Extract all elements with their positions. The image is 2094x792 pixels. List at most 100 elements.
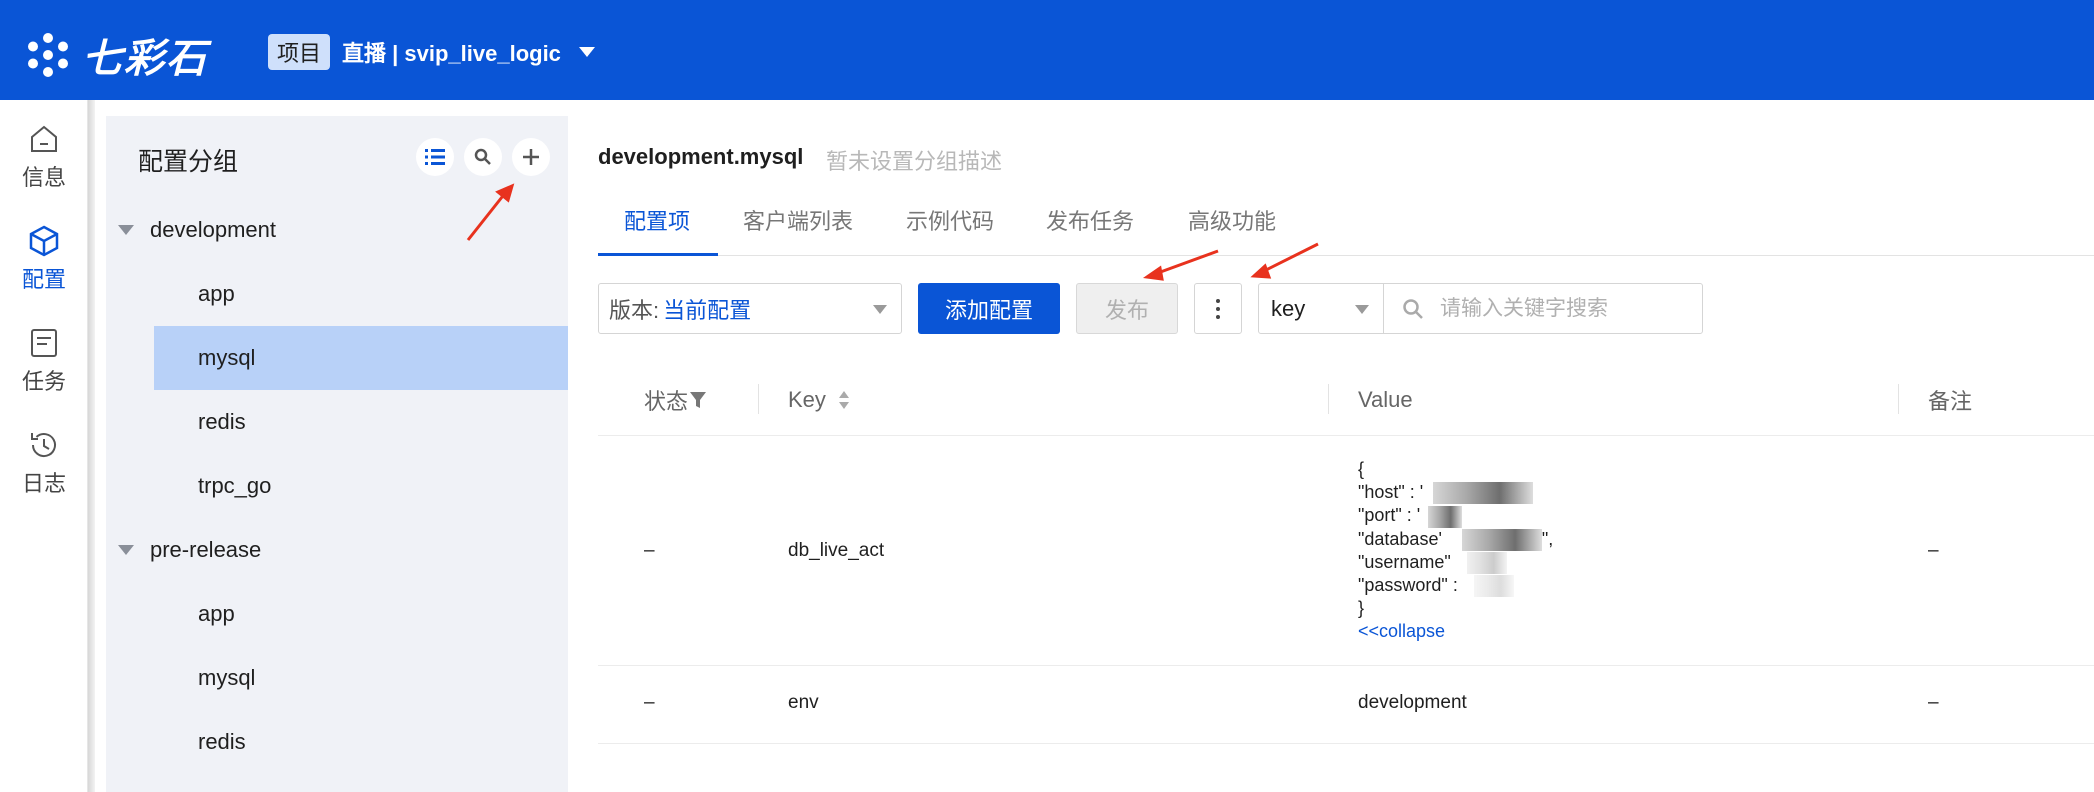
caret-down-icon — [578, 47, 595, 57]
row-note: – — [1928, 540, 1939, 561]
tree-item-mysql[interactable]: mysql — [154, 326, 568, 390]
version-prefix: 版本: — [609, 297, 660, 323]
active-tab-indicator — [598, 253, 718, 256]
tree-item-redis[interactable]: redis — [106, 390, 568, 454]
config-group-panel: 配置分组 development app mysql redis trpc_go… — [106, 116, 568, 792]
list-view-button[interactable] — [416, 138, 454, 176]
caret-down-icon — [873, 305, 887, 314]
table-header: 状态 Key Value 备注 — [598, 364, 2094, 436]
tab-publish-tasks[interactable]: 发布任务 — [1046, 204, 1134, 256]
json-line: "password" : — [1358, 574, 1553, 598]
rail-item-config[interactable]: 配置 — [0, 224, 88, 294]
row-value: development — [1358, 692, 1467, 713]
main-content: development.mysql 暂未设置分组描述 配置项 客户端列表 示例代… — [598, 100, 2094, 792]
search-icon — [1403, 298, 1423, 319]
cube-icon — [29, 225, 59, 257]
tree-item-label: redis — [198, 409, 246, 434]
task-icon — [31, 329, 57, 357]
tree-group-development[interactable]: development — [106, 198, 568, 262]
rail-item-label: 配置 — [21, 267, 66, 292]
column-note: 备注 — [1928, 364, 1972, 436]
plus-icon — [523, 149, 539, 165]
tree-item-app[interactable]: app — [106, 262, 568, 326]
add-group-button[interactable] — [512, 138, 550, 176]
more-dot-icon — [1216, 298, 1220, 303]
sort-icon[interactable] — [838, 390, 850, 410]
list-icon — [425, 149, 445, 165]
add-config-button[interactable]: 添加配置 — [918, 283, 1060, 334]
column-key[interactable]: Key — [788, 364, 850, 436]
json-line: "host" : ' — [1358, 481, 1553, 505]
json-line: "port" : ' — [1358, 504, 1553, 528]
collapse-link[interactable]: <<collapse — [1358, 620, 1553, 643]
publish-button[interactable]: 发布 — [1076, 283, 1178, 334]
project-name: 直播 | svip_live_logic — [342, 41, 561, 66]
table-row[interactable]: – env development – — [598, 666, 2094, 744]
search-field-value: key — [1271, 295, 1306, 321]
filter-icon[interactable] — [690, 391, 707, 409]
row-status: – — [644, 540, 655, 561]
snowflake-logo-icon — [28, 33, 68, 77]
history-icon — [31, 433, 56, 458]
tree-item-trpc-go[interactable]: trpc_go — [106, 454, 568, 518]
tree-item-label: trpc_go — [198, 473, 272, 498]
more-dot-icon — [1216, 314, 1220, 319]
caret-down-icon — [1355, 305, 1369, 314]
tree-item-mysql[interactable]: mysql — [106, 646, 568, 710]
tree-group-pre-release[interactable]: pre-release — [106, 518, 568, 582]
column-status[interactable]: 状态 — [644, 364, 707, 436]
tree-item-app[interactable]: app — [106, 582, 568, 646]
more-dot-icon — [1216, 306, 1220, 311]
table-row[interactable]: – db_live_act { "host" : ' "port" : ' "d… — [598, 436, 2094, 666]
tree-item-redis[interactable]: redis — [106, 710, 568, 774]
row-key: db_live_act — [788, 540, 885, 561]
redacted-value — [1473, 575, 1514, 598]
home-icon — [31, 125, 57, 152]
version-value: 当前配置 — [663, 297, 752, 323]
tab-config-items[interactable]: 配置项 — [624, 204, 690, 256]
rail-item-info[interactable]: 信息 — [0, 122, 88, 192]
column-divider — [1328, 384, 1329, 414]
tree-group-label: pre-release — [150, 537, 262, 562]
tab-sample-code[interactable]: 示例代码 — [906, 204, 994, 256]
column-note-label: 备注 — [1928, 389, 1973, 414]
rail-item-label: 任务 — [21, 369, 66, 394]
caret-down-icon — [118, 225, 134, 235]
column-status-label: 状态 — [644, 389, 689, 414]
tree-item-label: mysql — [198, 665, 256, 690]
redacted-value — [1461, 528, 1542, 551]
group-description: 暂未设置分组描述 — [826, 149, 1003, 174]
rail-item-label: 日志 — [21, 471, 66, 496]
tab-client-list[interactable]: 客户端列表 — [743, 204, 853, 256]
search-icon — [474, 148, 491, 165]
caret-down-icon — [118, 545, 134, 555]
left-nav-rail: 信息 配置 任务 日志 — [0, 100, 88, 792]
rail-divider — [88, 100, 95, 792]
column-divider — [1898, 384, 1899, 414]
version-select[interactable]: 版本: 当前配置 — [598, 283, 902, 334]
tree-item-label: redis — [198, 729, 246, 754]
rail-item-label: 信息 — [21, 165, 66, 190]
column-divider — [758, 384, 759, 414]
tab-bar: 配置项 客户端列表 示例代码 发布任务 高级功能 — [598, 198, 2094, 256]
search-group-button[interactable] — [464, 138, 502, 176]
tree-item-label: app — [198, 281, 235, 306]
tree-item-label: mysql — [198, 345, 256, 370]
json-line: "username" — [1358, 551, 1553, 574]
project-switcher[interactable]: 项目 直播 | svip_live_logic — [268, 34, 595, 70]
group-panel-title: 配置分组 — [138, 148, 239, 176]
logo[interactable]: 七彩石 — [24, 26, 208, 84]
rail-item-log[interactable]: 日志 — [0, 428, 88, 498]
rail-item-task[interactable]: 任务 — [0, 326, 88, 396]
json-line: { — [1358, 459, 1365, 479]
tab-advanced[interactable]: 高级功能 — [1188, 204, 1276, 256]
search-input[interactable] — [1440, 296, 1680, 321]
column-key-label: Key — [788, 387, 826, 412]
search-field-select[interactable]: key — [1258, 283, 1384, 334]
logo-text: 七彩石 — [82, 37, 208, 81]
json-line: "database' ", — [1358, 528, 1553, 551]
more-options-button[interactable] — [1194, 283, 1242, 334]
redacted-value — [1428, 505, 1463, 528]
json-line: } — [1358, 598, 1365, 619]
tree-group-label: development — [150, 217, 276, 242]
